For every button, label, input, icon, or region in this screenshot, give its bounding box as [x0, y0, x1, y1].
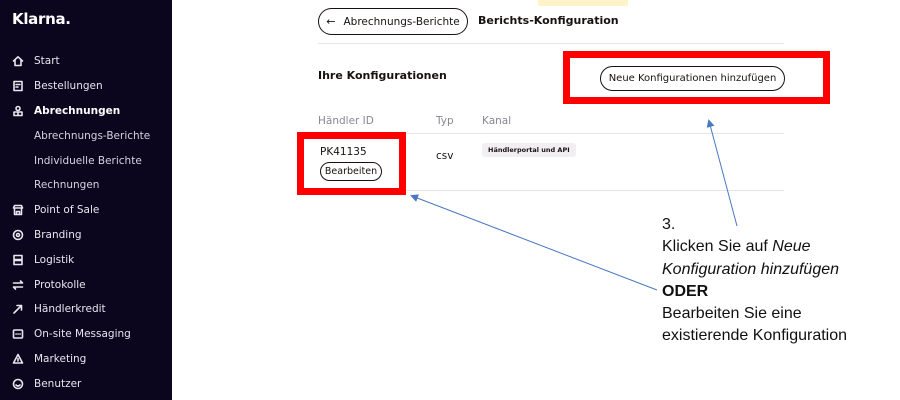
highlight-edit-configuration [297, 132, 406, 195]
sidebar-item-label: Benutzer [34, 377, 82, 390]
instruction-line-4: existierende Konfiguration [662, 327, 848, 345]
page-title: Berichts-Konfiguration [478, 14, 619, 27]
sidebar-item-label: Rechnungen [34, 179, 100, 192]
sidebar-item-haendlerkredit[interactable]: Händlerkredit [0, 297, 172, 322]
sidebar-item-label: Start [34, 55, 60, 68]
sidebar-item-label: Protokolle [34, 278, 86, 291]
section-title: Ihre Konfigurationen [318, 69, 447, 82]
store-icon [12, 204, 24, 216]
instruction-line-2: Konfiguration hinzufügen [662, 260, 840, 278]
sidebar-item-label: Individuelle Berichte [34, 154, 142, 167]
home-icon [12, 55, 24, 67]
sidebar-item-on-site-messaging[interactable]: On-site Messaging [0, 322, 172, 347]
sidebar-subitem-individuelle-berichte[interactable]: Individuelle Berichte [0, 148, 172, 173]
sidebar-item-protokolle[interactable]: Protokolle [0, 272, 172, 297]
sidebar-item-label: Abrechnungs-Berichte [34, 129, 151, 142]
column-header-type: Typ [436, 115, 454, 127]
sidebar-item-marketing[interactable]: Marketing [0, 347, 172, 372]
back-button[interactable]: ← Abrechnungs-Berichte [318, 8, 468, 35]
logistics-icon [12, 254, 24, 266]
swap-arrows-icon [12, 279, 24, 291]
arrow-to-edit-button [410, 194, 658, 291]
sidebar-nav: Start Bestellungen Abrechnungen Abrechnu… [0, 49, 172, 396]
klarna-logo[interactable]: Klarna. [12, 10, 71, 28]
instruction-line-3: Bearbeiten Sie eine [662, 305, 802, 323]
sidebar-item-label: Bestellungen [34, 80, 103, 93]
sidebar-item-bestellungen[interactable]: Bestellungen [0, 74, 172, 99]
sidebar-subitem-abrechnungs-berichte[interactable]: Abrechnungs-Berichte [0, 123, 172, 148]
highlight-add-configuration [563, 51, 830, 104]
rocket-icon [12, 303, 24, 315]
instruction-or: ODER [662, 282, 709, 300]
back-button-label: Abrechnungs-Berichte [343, 15, 460, 28]
sidebar: Klarna. Start Bestellungen Abrechnungen … [0, 0, 172, 400]
channel-badge: Händlerportal und API [482, 143, 576, 157]
branding-icon [12, 229, 24, 241]
instruction-line-1: Klicken Sie auf Neue [662, 238, 811, 256]
arrow-left-icon: ← [326, 15, 336, 28]
sidebar-item-point-of-sale[interactable]: Point of Sale [0, 198, 172, 223]
sidebar-item-label: Branding [34, 228, 82, 241]
sidebar-item-benutzer[interactable]: Benutzer [0, 371, 172, 396]
sidebar-item-branding[interactable]: Branding [0, 223, 172, 248]
column-header-channel: Kanal [482, 115, 512, 127]
user-smile-icon [12, 378, 24, 390]
sidebar-item-abrechnungen[interactable]: Abrechnungen [0, 99, 172, 124]
marketing-icon [12, 353, 24, 365]
header-divider [318, 43, 784, 44]
arrow-to-add-button [706, 119, 738, 227]
sidebar-item-label: Logistik [34, 253, 75, 266]
step-number: 3. [662, 216, 676, 233]
sidebar-item-start[interactable]: Start [0, 49, 172, 74]
orders-icon [12, 80, 24, 92]
sidebar-item-logistik[interactable]: Logistik [0, 247, 172, 272]
sidebar-item-label: Abrechnungen [34, 104, 121, 117]
cropped-status-note [538, 0, 628, 6]
sidebar-item-label: Point of Sale [34, 204, 100, 217]
column-header-merchant-id: Händler ID [318, 115, 374, 127]
sidebar-item-label: Händlerkredit [34, 303, 106, 316]
sidebar-item-label: Marketing [34, 352, 87, 365]
settlements-icon [12, 105, 24, 117]
type-cell: csv [436, 150, 454, 162]
messaging-icon [12, 328, 24, 340]
instruction-callout: 3. Klicken Sie auf Neue Konfiguration hi… [662, 214, 898, 348]
sidebar-item-label: On-site Messaging [34, 328, 131, 341]
sidebar-subitem-rechnungen[interactable]: Rechnungen [0, 173, 172, 198]
